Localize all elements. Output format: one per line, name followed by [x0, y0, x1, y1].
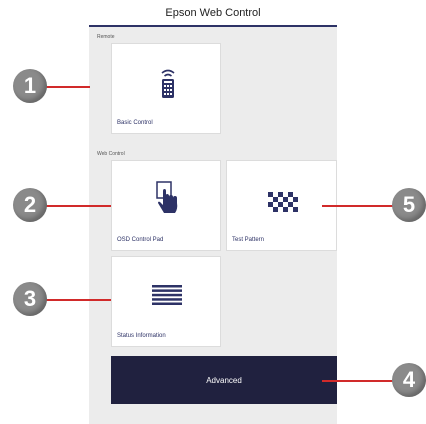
page-title: Epson Web Control [165, 7, 261, 19]
callout-line-1 [46, 86, 90, 88]
callout-line-5 [322, 205, 398, 207]
basic-control-label: Basic Control [117, 120, 153, 126]
status-information-tile[interactable]: Status Information [111, 256, 221, 347]
callout-line-3 [46, 299, 111, 301]
section-label-remote: Remote [97, 34, 115, 40]
basic-control-tile[interactable]: Basic Control [111, 43, 221, 134]
callout-1: 1 [13, 69, 47, 103]
section-label-web-control: Web Control [97, 151, 125, 157]
callout-5: 5 [392, 188, 426, 222]
remote-control-icon [161, 69, 175, 98]
callout-3: 3 [13, 282, 47, 316]
test-pattern-tile[interactable]: Test Pattern [226, 160, 337, 251]
checkerboard-icon [268, 192, 298, 212]
osd-control-pad-tile[interactable]: OSD Control Pad [111, 160, 221, 251]
list-lines-icon [152, 285, 182, 305]
callout-2: 2 [13, 188, 47, 222]
advanced-button[interactable]: Advanced [111, 356, 337, 404]
osd-control-pad-label: OSD Control Pad [117, 237, 164, 243]
status-information-label: Status Information [117, 333, 166, 339]
callout-4: 4 [392, 363, 426, 397]
callout-line-2 [46, 205, 111, 207]
test-pattern-label: Test Pattern [232, 237, 265, 243]
callout-line-4 [322, 380, 398, 382]
touch-hand-icon [156, 181, 178, 213]
